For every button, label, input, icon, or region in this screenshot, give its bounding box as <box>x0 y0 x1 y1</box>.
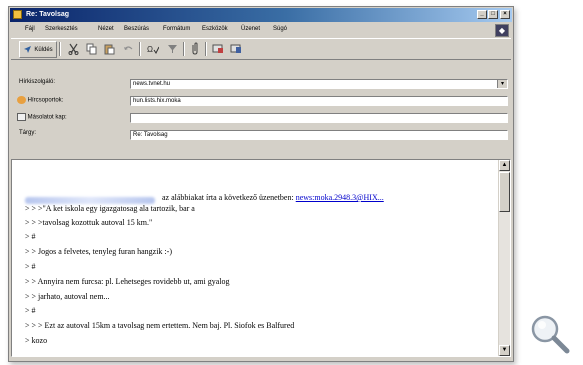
cc-label-text: Másolatot kap: <box>27 114 67 121</box>
toolbar-separator <box>183 42 185 56</box>
toolbar: Küldés Ω <box>11 38 511 60</box>
menu-tools[interactable]: Eszközök <box>202 26 228 32</box>
server-select[interactable]: news.tvnet.hu ▾ <box>130 79 508 89</box>
body-line: > kozo <box>25 336 48 345</box>
scroll-thumb[interactable] <box>499 172 510 212</box>
cut-icon <box>68 43 78 55</box>
newsgroups-field[interactable]: hun.lists.hix.moka <box>130 96 508 106</box>
subject-value: Re: Tavolsag <box>133 132 168 138</box>
sign-icon <box>212 44 223 53</box>
copy-button[interactable] <box>84 41 98 56</box>
sender-address-blurred <box>25 197 155 204</box>
minimize-button[interactable]: _ <box>477 10 487 19</box>
body-line: > > jarhato, autoval nem... <box>25 292 110 301</box>
server-label: Hírkiszolgáló: <box>19 79 56 85</box>
cc-field[interactable] <box>130 113 508 123</box>
newsgroups-label-text: Hírcsoportok: <box>27 97 64 104</box>
body-line: > > Jogos a felvetes, tenyleg furan hang… <box>25 247 172 256</box>
body-line: > # <box>25 262 36 271</box>
menu-bar: Fájl Szerkesztés Nézet Beszúrás Formátum… <box>11 24 511 36</box>
encrypt-icon <box>230 44 241 53</box>
send-button[interactable]: Küldés <box>19 41 57 58</box>
send-icon <box>24 46 32 53</box>
menu-help[interactable]: Súgó <box>273 26 287 32</box>
app-icon <box>13 10 22 19</box>
svg-text:Ω: Ω <box>147 45 153 54</box>
body-line: > > >tavolsag kozottuk autoval 15 km." <box>25 218 153 227</box>
newsgroups-label: Hírcsoportok: <box>17 96 63 104</box>
subject-field[interactable]: Re: Tavolsag <box>130 130 508 140</box>
check-names-button[interactable]: Ω <box>145 41 161 56</box>
newsgroups-icon <box>17 96 26 104</box>
windows-logo-icon: ◆ <box>495 24 509 37</box>
spelling-icon <box>167 45 177 53</box>
maximize-button[interactable]: □ <box>488 10 498 19</box>
attach-button[interactable] <box>189 41 201 56</box>
chevron-down-icon[interactable]: ▾ <box>497 80 507 88</box>
close-button[interactable]: × <box>500 10 510 19</box>
sign-button[interactable] <box>211 41 225 56</box>
magnifier-icon[interactable] <box>528 312 572 356</box>
cut-button[interactable] <box>66 41 80 56</box>
menu-format[interactable]: Formátum <box>163 26 190 32</box>
check-names-icon: Ω <box>147 45 159 54</box>
menu-message[interactable]: Üzenet <box>241 26 260 32</box>
body-line: > > >"A ket iskola egy igazgatosag ala t… <box>25 204 195 213</box>
encrypt-button[interactable] <box>229 41 243 56</box>
menu-insert[interactable]: Beszúrás <box>124 26 149 32</box>
copy-icon <box>86 43 96 54</box>
quote-intro-text: az alábbiakat írta a következő üzenetben… <box>162 193 294 202</box>
toolbar-separator <box>205 42 207 56</box>
paste-icon <box>104 44 114 54</box>
body-line: > # <box>25 232 36 241</box>
vertical-scrollbar[interactable]: ▲ ▼ <box>498 160 510 356</box>
undo-button[interactable] <box>121 41 135 56</box>
body-line: > > > Ezt az autoval 15km a tavolsag nem… <box>25 321 295 330</box>
body-line: > # <box>25 306 36 315</box>
subject-label: Tárgy: <box>19 130 37 136</box>
message-link[interactable]: news:moka.2948.3@HIX... <box>296 193 384 202</box>
title-bar[interactable]: Re: Tavolsag _ □ × <box>10 8 512 22</box>
menu-edit[interactable]: Szerkesztés <box>45 26 78 32</box>
body-line: > > Annyira nem furcsa: pl. Lehetseges r… <box>25 277 230 286</box>
toolbar-separator <box>139 42 141 56</box>
spelling-button[interactable] <box>165 41 179 56</box>
window-title: Re: Tavolsag <box>26 11 70 18</box>
send-label: Küldés <box>34 46 53 53</box>
paste-button[interactable] <box>102 41 116 56</box>
quote-intro: az alábbiakat írta a következő üzenetben… <box>162 193 384 202</box>
compose-window: Re: Tavolsag _ □ × Fájl Szerkesztés Néze… <box>8 6 514 362</box>
menu-view[interactable]: Nézet <box>98 26 114 32</box>
scroll-up-button[interactable]: ▲ <box>499 160 510 171</box>
scroll-down-button[interactable]: ▼ <box>499 345 510 356</box>
undo-icon <box>123 45 132 50</box>
cc-label: Másolatot kap: <box>17 113 67 121</box>
toolbar-separator <box>59 42 61 56</box>
server-value: news.tvnet.hu <box>133 81 171 87</box>
menu-file[interactable]: Fájl <box>25 26 35 32</box>
newsgroups-value: hun.lists.hix.moka <box>133 98 181 104</box>
message-body[interactable]: az alábbiakat írta a következő üzenetben… <box>11 159 511 357</box>
address-book-icon <box>17 113 26 121</box>
attach-icon <box>192 42 198 55</box>
